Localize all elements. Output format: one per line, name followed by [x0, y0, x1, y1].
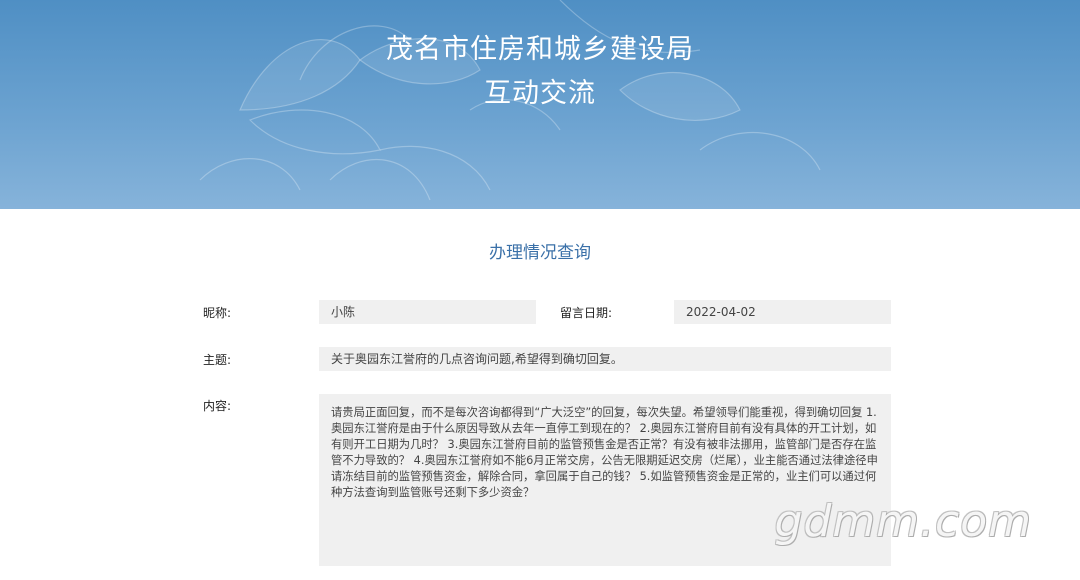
page: 茂名市住房和城乡建设局 互动交流 办理情况查询 昵称: 小陈 留言日期: 202…: [0, 0, 1080, 580]
subject-field: 关于奥园东江誉府的几点咨询问题,希望得到确切回复。: [319, 347, 891, 371]
site-subtitle: 互动交流: [484, 78, 596, 109]
nickname-label: 昵称:: [203, 306, 232, 320]
content-label: 内容:: [203, 399, 232, 413]
date-label: 留言日期:: [560, 306, 613, 320]
subject-label: 主题:: [203, 353, 232, 367]
section-heading: 办理情况查询: [489, 243, 591, 263]
site-title: 茂名市住房和城乡建设局: [386, 34, 694, 65]
date-field: 2022-04-02: [674, 300, 891, 324]
nickname-field: 小陈: [319, 300, 536, 324]
header-banner: 茂名市住房和城乡建设局 互动交流: [0, 0, 1080, 209]
site-watermark: gdmm.com: [774, 496, 1032, 547]
